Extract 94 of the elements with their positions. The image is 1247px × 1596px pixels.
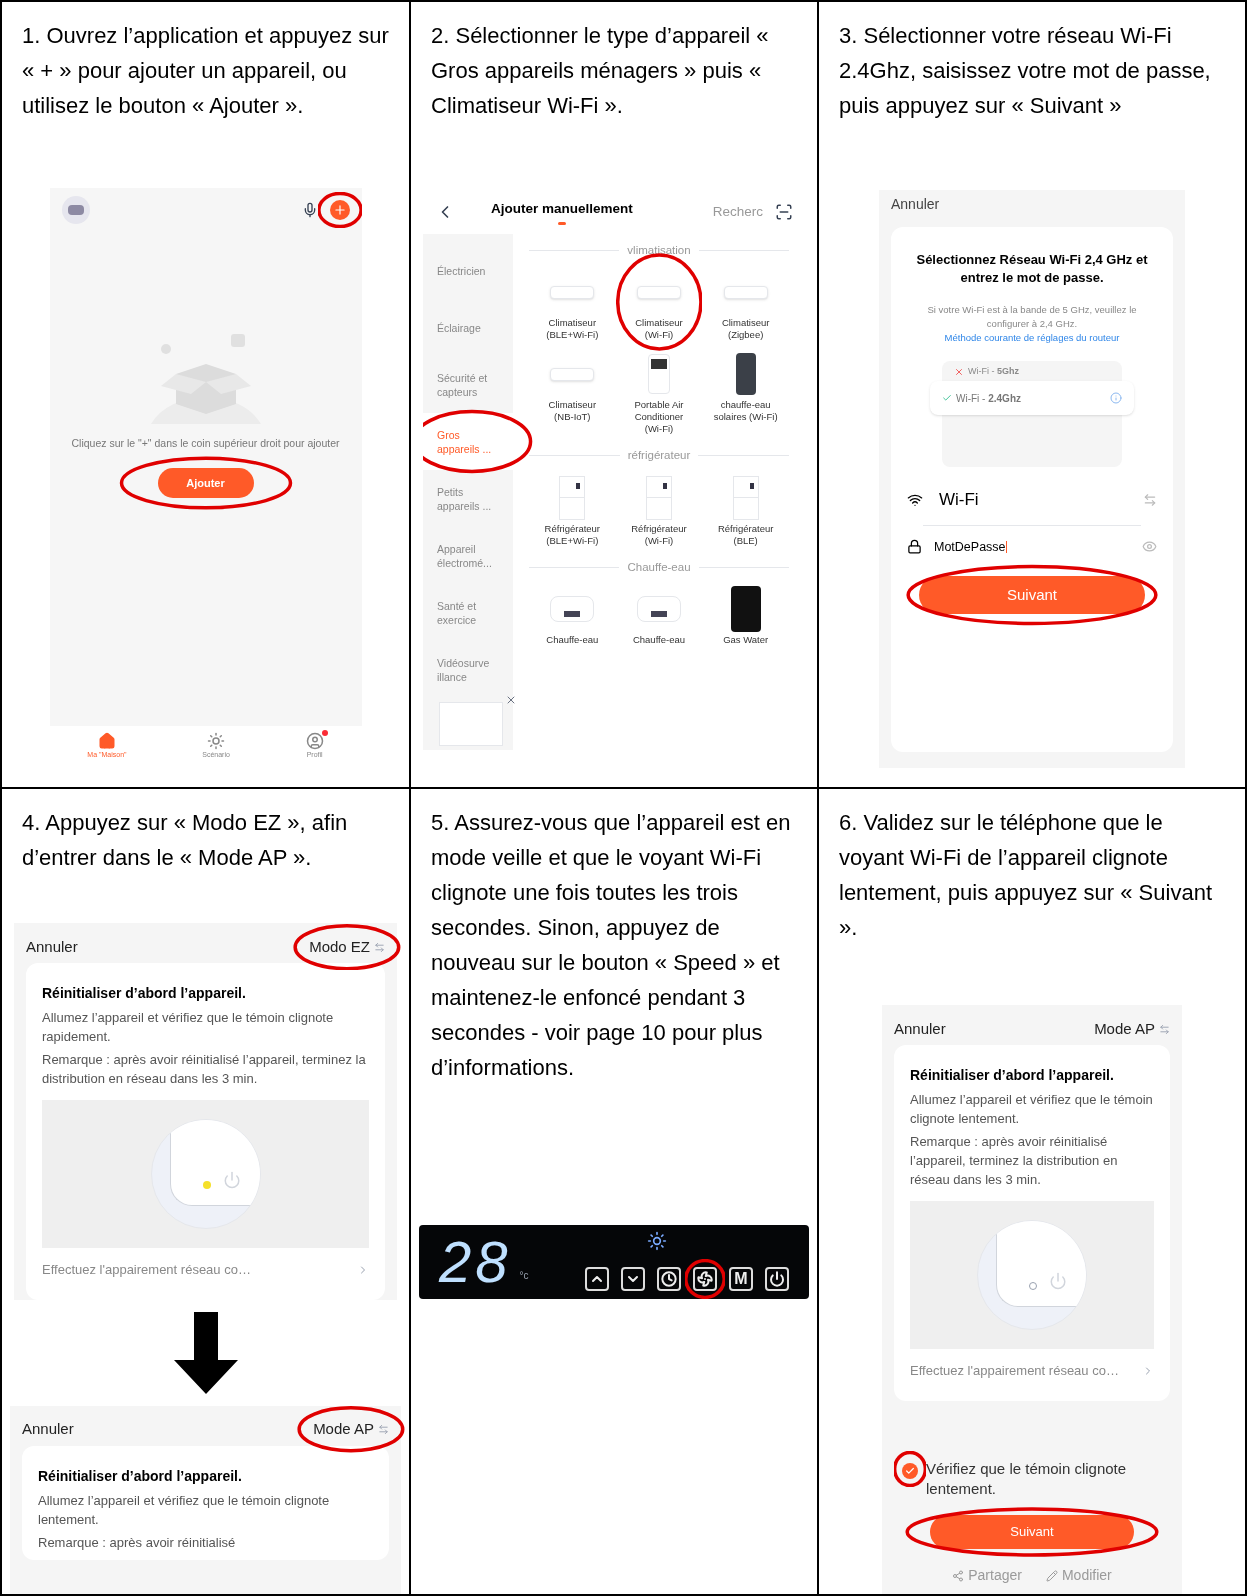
cancel-link[interactable]: Annuler xyxy=(22,1418,74,1441)
cancel-link[interactable]: Annuler xyxy=(26,935,78,959)
card-text: Remarque : après avoir réinitialisé xyxy=(38,1533,237,1552)
section-title: réfrigérateur xyxy=(627,448,691,464)
pairing-link[interactable]: Effectuez l'appairement réseau co… xyxy=(910,1361,1142,1381)
device-item[interactable]: Réfrigérateur (BLE) xyxy=(702,472,789,547)
pencil-icon xyxy=(1045,1569,1058,1582)
panel-key[interactable] xyxy=(693,1267,717,1291)
cross-icon xyxy=(954,367,964,377)
step-instruction: 1. Ouvrez l’application et appuyez sur « + » pour ajouter un appareil, ou utilisez le bouton « Ajouter ». xyxy=(22,22,389,120)
power-icon xyxy=(1049,1272,1067,1290)
checkbox[interactable] xyxy=(902,1463,918,1479)
step-instruction: 5. Assurez-vous que l’appareil est en mode veille et que le voyant Wi-Fi clignote une fois toutes les trois secondes. Sinon, appuyez de nouveau sur le bouton « Speed » et maintenez-le enfoncé pendant 3 secondes - voir page 10 pour plus d’informations. xyxy=(431,809,792,1082)
fridge-picture xyxy=(559,475,586,520)
swap-icon xyxy=(1159,1023,1170,1035)
sun-icon xyxy=(207,731,226,750)
clock-icon xyxy=(661,1271,677,1287)
page-title: Ajouter manuellement xyxy=(491,200,633,219)
fridge-picture xyxy=(646,475,672,520)
card-text: Remarque : après avoir réinitialisé l’appareil, terminez la distribution en réseau dans les 3 min. xyxy=(42,1051,367,1088)
step-instruction: 3. Sélectionner votre réseau Wi-Fi 2.4Ghz, saisissez votre mot de passe, puis appuyez sur « Suivant » xyxy=(839,22,1212,120)
cancel-link[interactable]: Annuler xyxy=(891,190,1173,219)
device-item[interactable]: chauffe-eau solaires (Wi-Fi) xyxy=(702,349,789,424)
air-conditioner-picture xyxy=(550,285,595,299)
device-item[interactable]: Réfrigérateur (BLE+Wi-Fi) xyxy=(529,472,616,547)
device-item[interactable]: Climatiseur (BLE+Wi-Fi) xyxy=(529,267,616,342)
check-icon xyxy=(905,1466,915,1476)
card-heading: Réinitialiser d’abord l’appareil. xyxy=(38,1466,243,1486)
wifi-note: Si votre Wi-Fi est à la bande de 5 GHz, veuillez le configurer à 2,4 GHz. Méthode courante de réglages du routeur xyxy=(926,303,1138,345)
password-field[interactable]: MotDePasse xyxy=(934,537,1130,557)
cancel-link[interactable]: Annuler xyxy=(894,1017,946,1041)
device-item[interactable]: Réfrigérateur (Wi-Fi) xyxy=(615,472,703,547)
user-icon xyxy=(305,731,324,750)
router-help-link[interactable]: Méthode courante de réglages du routeur xyxy=(944,332,1120,343)
check-icon xyxy=(942,393,952,403)
solar-heater-picture xyxy=(735,353,756,396)
device-item[interactable]: Chauffe-eau xyxy=(529,583,616,646)
device-item[interactable]: Chauffe-eau xyxy=(615,583,703,646)
share-icon xyxy=(952,1569,965,1582)
down-arrow-icon xyxy=(173,1311,238,1394)
pairing-link[interactable]: Effectuez l'appairement réseau co… xyxy=(42,1260,357,1280)
avatar-icon xyxy=(61,196,90,224)
device-item[interactable]: Climatiseur (Zigbee) xyxy=(702,267,789,342)
gas-heater-picture xyxy=(730,585,761,632)
switch-icon[interactable] xyxy=(1143,492,1157,507)
card-text: Remarque : après avoir réinitialisé l’appareil, terminez la distribution en réseau dans les 3 min. xyxy=(910,1133,1119,1189)
panel-key[interactable] xyxy=(765,1267,789,1291)
swap-icon xyxy=(378,1424,389,1435)
portable-unit-picture xyxy=(648,354,670,395)
section-title: vlimatisation xyxy=(627,243,691,258)
card-text: Allumez l’appareil et vérifiez que le témoin clignote lentement. xyxy=(38,1491,331,1529)
panel-key[interactable] xyxy=(621,1267,645,1291)
lock-icon xyxy=(907,539,922,555)
power-icon xyxy=(769,1271,785,1287)
step-instruction: 4. Appuyez sur « Modo EZ », afin d’entrer dans le « Mode AP ». xyxy=(22,809,349,872)
card-text: Allumez l’appareil et vérifiez que le témoin clignote rapidement. xyxy=(42,1009,335,1046)
card-heading: Réinitialiser d’abord l’appareil. xyxy=(42,984,247,1003)
category-item[interactable]: Petits appareils ... xyxy=(423,470,513,527)
card-text: Allumez l’appareil et vérifiez que le témoin clignote lentement. xyxy=(910,1091,1154,1128)
panel-key[interactable] xyxy=(657,1267,681,1291)
water-heater-picture xyxy=(637,595,681,622)
temperature-display: 28 xyxy=(439,1233,512,1291)
plus-icon xyxy=(332,203,347,217)
card-heading: Réinitialiser d’abord l’appareil. xyxy=(910,1066,1115,1085)
card-heading: Sélectionnez Réseau Wi-Fi 2,4 GHz et entrez le mot de passe. xyxy=(915,251,1149,287)
network-row: Wi-Fi - 2.4Ghz xyxy=(930,381,1134,415)
air-conditioner-picture xyxy=(723,285,768,299)
water-heater-picture xyxy=(550,595,595,622)
close-icon[interactable] xyxy=(505,694,517,706)
checkbox-label: Vérifiez que le témoin clignote lentement. xyxy=(926,1459,1128,1499)
thumbnail-picture[interactable] xyxy=(439,702,503,746)
panel-key[interactable]: M xyxy=(729,1267,753,1291)
sun-icon xyxy=(647,1231,667,1251)
fridge-picture xyxy=(732,475,759,520)
step-instruction: 6. Validez sur le téléphone que le voyant Wi-Fi de l’appareil clignote lentement, puis appuyez sur « Suivant ». xyxy=(839,809,1213,942)
network-row: Wi-Fi - 5Ghz xyxy=(942,361,1122,383)
device-item[interactable]: Gas Water xyxy=(702,583,789,646)
section-title: Chauffe-eau xyxy=(627,559,691,575)
fan-icon xyxy=(697,1271,713,1287)
empty-hint: Cliquez sur le "+" dans le coin supérieur droit pour ajouter xyxy=(70,436,341,451)
unit-label: °c xyxy=(519,1269,529,1283)
power-icon xyxy=(222,1171,241,1189)
swap-icon xyxy=(374,941,385,953)
mode-link[interactable]: Mode AP xyxy=(1094,1017,1155,1041)
add-button[interactable] xyxy=(329,200,350,220)
step-instruction: 2. Sélectionner le type d’appareil « Gros appareils ménagers » puis « Climatiseur Wi-Fi ». xyxy=(431,22,770,120)
scan-icon[interactable] xyxy=(775,203,793,221)
device-item[interactable]: Portable Air Conditioner (Wi-Fi) xyxy=(615,349,703,436)
network-field[interactable]: Wi-Fi xyxy=(939,487,1127,513)
air-conditioner-picture xyxy=(550,367,595,381)
panel-key[interactable] xyxy=(585,1267,609,1291)
air-conditioner-picture xyxy=(637,285,681,299)
device-item[interactable]: Climatiseur (NB-IoT) xyxy=(529,349,616,424)
home-icon xyxy=(97,731,116,750)
